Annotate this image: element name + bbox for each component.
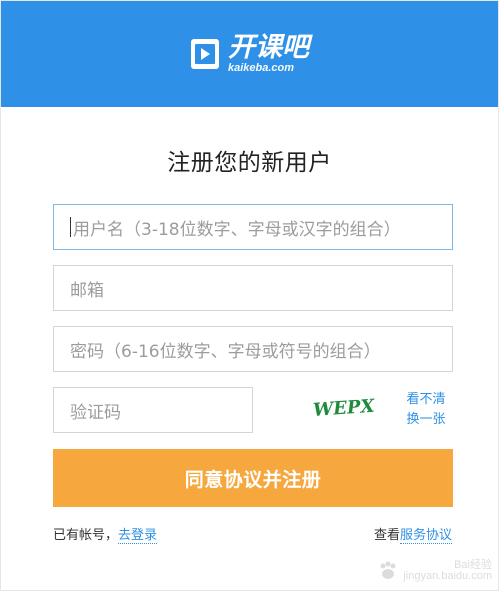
text-caret bbox=[70, 217, 71, 237]
terms-prompt: 查看服务协议 bbox=[373, 524, 452, 544]
password-input[interactable]: 密码（6-16位数字、字母或符号的组合） bbox=[53, 326, 453, 372]
refresh-line-1: 看不清 bbox=[406, 392, 446, 407]
username-placeholder: 用户名（3-18位数字、字母或汉字的组合） bbox=[73, 219, 401, 240]
view-text: 查看 bbox=[373, 528, 400, 543]
captcha-placeholder: 验证码 bbox=[70, 402, 121, 423]
has-account-text: 已有帐号， bbox=[53, 528, 119, 543]
captcha-image[interactable]: WEPX bbox=[311, 394, 377, 420]
watermark: Bai经验 jingyan.baidu.com bbox=[377, 560, 492, 582]
header-bar: 开课吧 kaikeba.com bbox=[1, 1, 498, 107]
logo-cn: 开课吧 bbox=[228, 32, 309, 63]
captcha-input[interactable]: 验证码 bbox=[53, 387, 253, 433]
page-title: 注册您的新用户 bbox=[167, 150, 332, 176]
logo-domain: kaikeba.com bbox=[228, 62, 295, 74]
logo-text: 开课吧 kaikeba.com bbox=[228, 34, 309, 74]
paw-icon bbox=[380, 561, 396, 579]
username-input[interactable]: 用户名（3-18位数字、字母或汉字的组合） bbox=[53, 204, 453, 250]
email-input[interactable]: 邮箱 bbox=[53, 265, 453, 311]
terms-link[interactable]: 服务协议 bbox=[399, 528, 452, 544]
refresh-line-2: 换一张 bbox=[406, 412, 446, 427]
watermark-text: Bai经验 jingyan.baidu.com bbox=[403, 560, 492, 582]
register-page: 开课吧 kaikeba.com 注册您的新用户 用户名（3-18位数字、字母或汉… bbox=[0, 0, 499, 591]
captcha-graphic: WEPX bbox=[312, 396, 376, 420]
login-prompt: 已有帐号，去登录 bbox=[53, 524, 158, 544]
refresh-captcha-link[interactable]: 看不清 换一张 bbox=[401, 390, 451, 430]
watermark-url: jingyan.baidu.com bbox=[403, 570, 492, 582]
password-placeholder: 密码（6-16位数字、字母或符号的组合） bbox=[70, 341, 381, 362]
agree-register-button[interactable]: 同意协议并注册 bbox=[53, 449, 453, 507]
login-link[interactable]: 去登录 bbox=[118, 528, 158, 544]
email-placeholder: 邮箱 bbox=[70, 280, 104, 301]
captcha-text: WEPX bbox=[312, 396, 376, 420]
brand-logo[interactable]: 开课吧 kaikeba.com bbox=[190, 34, 309, 74]
logo-box-icon bbox=[191, 39, 219, 69]
